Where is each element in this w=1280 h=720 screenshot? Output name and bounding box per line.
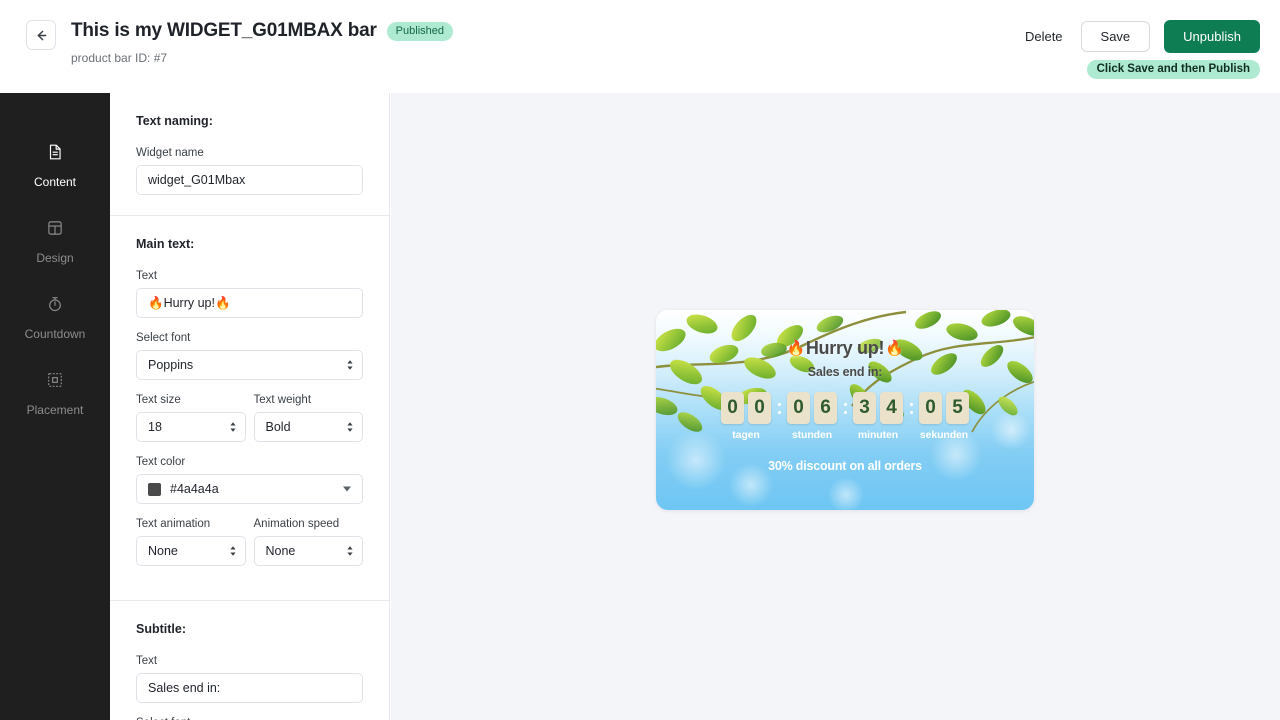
countdown-timer: 0 0 tagen 0 6 stunden 3 4 minuten 0 5 se… xyxy=(721,392,969,441)
status-badge: Published xyxy=(386,21,453,41)
preview-canvas: 🔥Hurry up!🔥 Sales end in: 0 0 tagen 0 xyxy=(391,93,1280,720)
delete-button[interactable]: Delete xyxy=(1021,23,1067,50)
page-title-row: This is my WIDGET_G01MBAX bar Published xyxy=(71,20,453,42)
countdown-separator xyxy=(903,392,919,424)
field-label: Text xyxy=(136,655,158,667)
section-text-naming: Text naming: Widget name xyxy=(110,93,389,216)
countdown-digit: 6 xyxy=(814,392,837,424)
countdown-unit-seconds: 0 5 sekunden xyxy=(919,392,969,441)
save-publish-hint: Click Save and then Publish xyxy=(1086,60,1260,79)
text-color-picker[interactable]: #4a4a4a xyxy=(136,474,363,504)
countdown-digit: 0 xyxy=(919,392,942,424)
field-label: Select font xyxy=(136,332,191,344)
field-label: Widget name xyxy=(136,147,204,159)
widget-bar-content: 🔥Hurry up!🔥 Sales end in: 0 0 tagen 0 xyxy=(656,310,1034,510)
save-button[interactable]: Save xyxy=(1080,21,1151,52)
record-id-label: product bar ID: #7 xyxy=(71,51,168,65)
section-main-text: Main text: Text Select font Poppins Text… xyxy=(110,216,389,601)
main-text-input[interactable] xyxy=(136,288,363,318)
countdown-unit-label: minuten xyxy=(857,429,899,441)
page-title: This is my WIDGET_G01MBAX bar xyxy=(71,20,377,41)
field-label: Text size xyxy=(136,394,181,406)
sidebar-item-countdown[interactable]: Countdown xyxy=(0,281,110,357)
document-icon xyxy=(46,143,64,166)
sidebar-item-label: Countdown xyxy=(24,327,86,341)
preview-subtitle: Sales end in: xyxy=(807,365,883,379)
countdown-digit: 0 xyxy=(787,392,810,424)
animation-speed-select[interactable]: None xyxy=(253,536,363,566)
main-font-select[interactable]: Poppins xyxy=(136,350,363,380)
sidebar-nav: Content Design Countdown Placement xyxy=(0,93,110,720)
arrow-left-icon xyxy=(34,28,49,43)
field-text-animation: Text animation None xyxy=(136,518,246,566)
countdown-unit-label: stunden xyxy=(791,429,833,441)
settings-panel: Text naming: Widget name Main text: Text… xyxy=(110,93,390,720)
header-actions: Delete Save Unpublish xyxy=(1021,20,1260,53)
preview-main-text-label: Hurry up! xyxy=(805,338,885,358)
field-text-weight: Text weight Bold xyxy=(253,394,363,442)
countdown-separator xyxy=(837,392,853,424)
subtitle-text-input[interactable] xyxy=(136,673,363,703)
section-title: Text naming: xyxy=(136,114,213,128)
preview-footer-text: 30% discount on all orders xyxy=(768,459,922,473)
field-main-text: Text xyxy=(136,270,363,318)
countdown-unit-hours: 0 6 stunden xyxy=(787,392,837,441)
field-text-color: Text color #4a4a4a xyxy=(136,456,363,504)
sidebar-item-content[interactable]: Content xyxy=(0,129,110,205)
field-widget-name: Widget name xyxy=(136,147,363,195)
stopwatch-icon xyxy=(46,295,64,318)
field-label: Text color xyxy=(136,456,186,468)
countdown-digit: 0 xyxy=(748,392,771,424)
text-size-select[interactable]: 18 xyxy=(136,412,246,442)
countdown-unit-label: sekunden xyxy=(919,429,969,441)
countdown-unit-label: tagen xyxy=(732,429,760,441)
section-title: Subtitle: xyxy=(136,622,186,636)
unpublish-button[interactable]: Unpublish xyxy=(1164,20,1260,53)
color-value-label: #4a4a4a xyxy=(170,482,219,496)
countdown-unit-minutes: 3 4 minuten xyxy=(853,392,903,441)
field-animation-speed: Animation speed None xyxy=(253,518,363,566)
countdown-digit: 5 xyxy=(946,392,969,424)
text-weight-select[interactable]: Bold xyxy=(253,412,363,442)
top-header-bar: This is my WIDGET_G01MBAX bar Published … xyxy=(0,0,1280,93)
sidebar-item-placement[interactable]: Placement xyxy=(0,357,110,433)
countdown-digit: 4 xyxy=(880,392,903,424)
color-swatch xyxy=(148,482,161,496)
back-button[interactable] xyxy=(26,20,56,50)
widget-preview-bar[interactable]: 🔥Hurry up!🔥 Sales end in: 0 0 tagen 0 xyxy=(656,310,1034,510)
placement-icon xyxy=(46,371,64,394)
fire-icon: 🔥 xyxy=(786,340,805,357)
field-label: Text animation xyxy=(136,518,211,530)
countdown-digit: 3 xyxy=(853,392,876,424)
sidebar-item-label: Design xyxy=(36,251,74,265)
row-animation: Text animation None Animation speed None xyxy=(136,518,363,580)
section-subtitle: Subtitle: Text Select font Poppins xyxy=(110,601,389,720)
text-animation-select[interactable]: None xyxy=(136,536,246,566)
row-size-weight: Text size 18 Text weight Bold xyxy=(136,394,363,456)
countdown-unit-days: 0 0 tagen xyxy=(721,392,771,441)
section-title: Main text: xyxy=(136,237,195,251)
chevron-down-icon xyxy=(343,486,351,492)
sidebar-item-label: Content xyxy=(33,175,77,189)
field-label: Text weight xyxy=(253,394,312,406)
layout-icon xyxy=(46,219,64,242)
preview-main-text: 🔥 Hurry up! 🔥 xyxy=(786,338,903,359)
field-label: Text xyxy=(136,270,158,282)
countdown-digit: 0 xyxy=(721,392,744,424)
field-main-font: Select font Poppins xyxy=(136,332,363,380)
field-text-size: Text size 18 xyxy=(136,394,246,442)
sidebar-item-design[interactable]: Design xyxy=(0,205,110,281)
sidebar-item-label: Placement xyxy=(26,403,84,417)
field-label: Animation speed xyxy=(253,518,340,530)
field-subtitle-text: Text xyxy=(136,655,363,703)
widget-name-input[interactable] xyxy=(136,165,363,195)
countdown-separator xyxy=(771,392,787,424)
fire-icon: 🔥 xyxy=(885,340,904,357)
